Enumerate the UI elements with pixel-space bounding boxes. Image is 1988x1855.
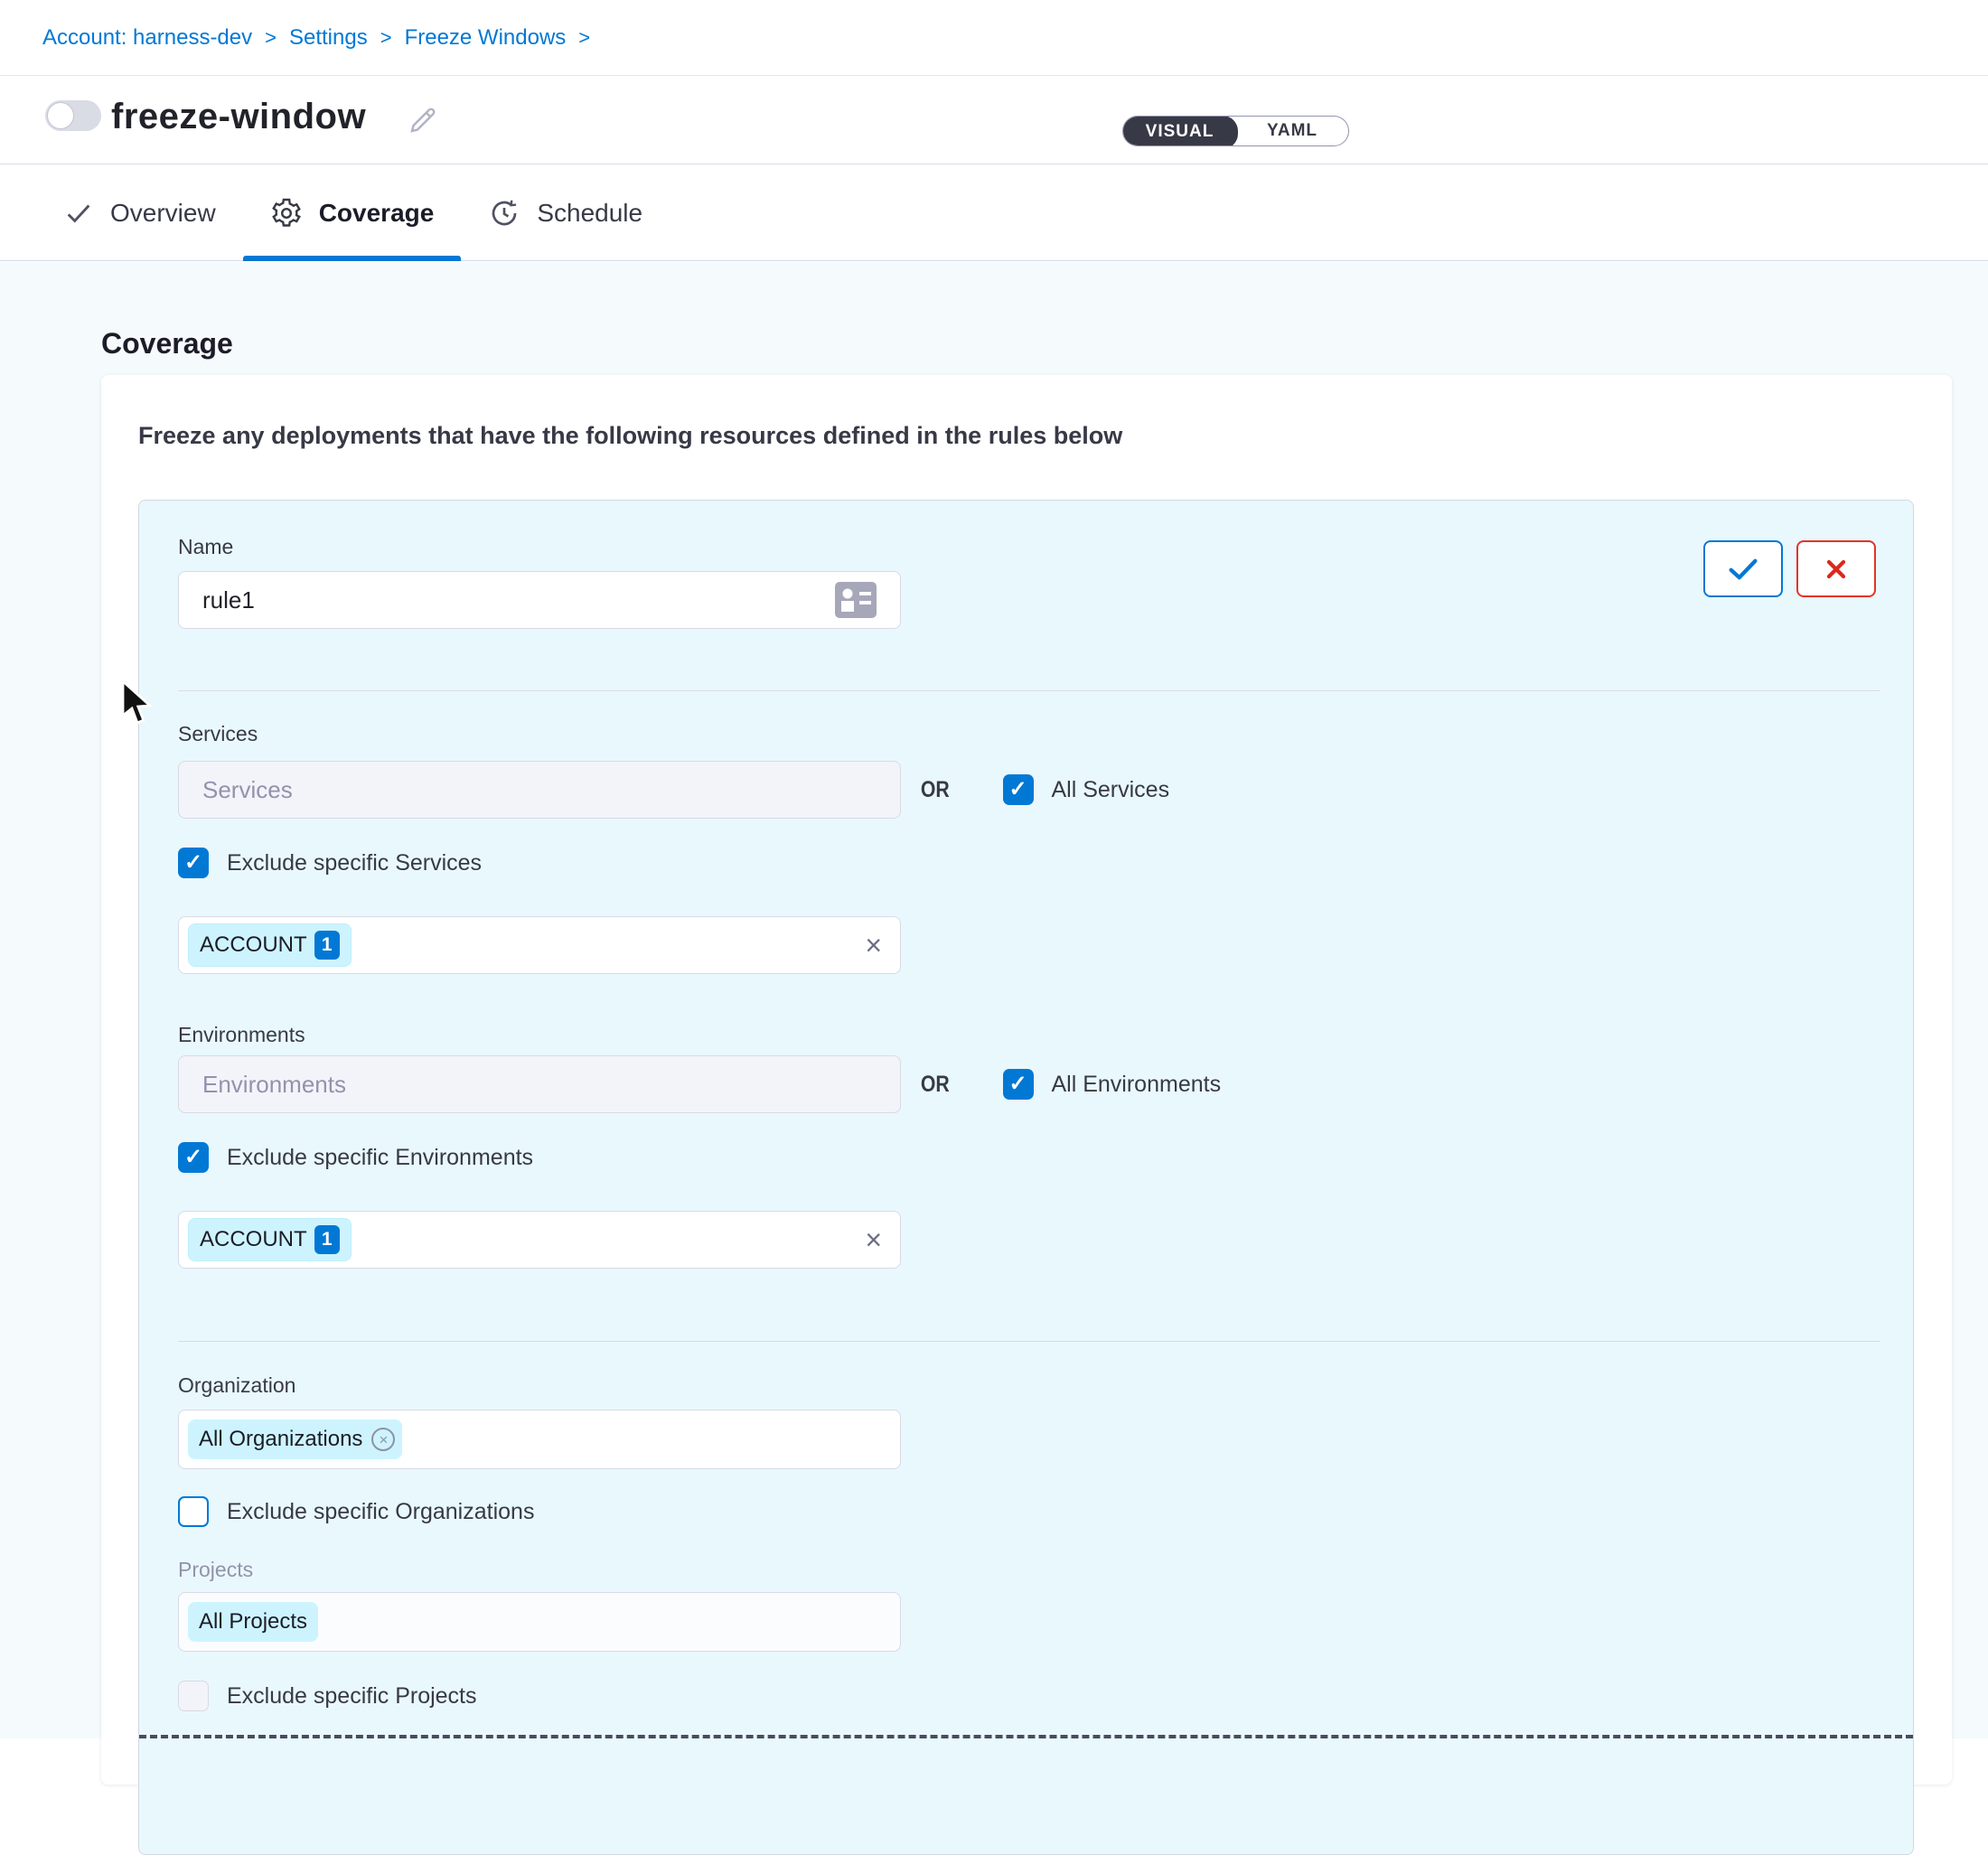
freeze-enable-toggle[interactable] xyxy=(45,100,101,131)
exclude-services-checkbox[interactable]: ✓ xyxy=(178,848,209,878)
projects-input[interactable]: All Projects xyxy=(178,1592,901,1652)
cancel-x-icon xyxy=(1822,555,1851,584)
name-label: Name xyxy=(178,535,233,559)
freeze-window-title: freeze-window xyxy=(111,97,366,137)
tab-overview-label: Overview xyxy=(110,199,216,228)
clear-services-icon[interactable]: × xyxy=(865,931,882,960)
environments-label: Environments xyxy=(178,1023,305,1047)
remove-organizations-icon[interactable]: × xyxy=(371,1428,395,1451)
coverage-tab-panel: Coverage Freeze any deployments that hav… xyxy=(0,262,1988,1738)
organization-label: Organization xyxy=(178,1373,295,1398)
check-icon xyxy=(63,198,94,229)
yaml-toggle-button[interactable]: YAML xyxy=(1236,117,1348,145)
rule-name-input[interactable]: rule1 xyxy=(178,571,901,629)
divider xyxy=(178,690,1880,691)
exclude-projects-label: Exclude specific Projects xyxy=(227,1683,477,1710)
breadcrumb-freeze-windows-link[interactable]: Freeze Windows xyxy=(405,25,567,51)
rule-name-value: rule1 xyxy=(202,586,255,614)
delete-rule-button[interactable] xyxy=(1796,540,1876,597)
environments-or-label: OR xyxy=(921,1072,950,1098)
tag-count-badge: 1 xyxy=(314,1225,340,1254)
confirm-rule-button[interactable] xyxy=(1703,540,1783,597)
exclude-projects-checkbox[interactable] xyxy=(178,1681,209,1711)
breadcrumb-account-link[interactable]: Account: harness-dev xyxy=(42,25,252,51)
mouse-cursor xyxy=(119,679,155,731)
toggle-knob xyxy=(47,102,74,129)
services-label: Services xyxy=(178,722,258,746)
all-organizations-label: All Organizations xyxy=(199,1427,362,1452)
all-services-label: All Services xyxy=(1052,777,1170,803)
breadcrumb-separator: > xyxy=(265,26,277,50)
tag-scope-label: ACCOUNT xyxy=(200,1227,307,1252)
exclude-organizations-label: Exclude specific Organizations xyxy=(227,1499,534,1525)
organization-input[interactable]: All Organizations × xyxy=(178,1410,901,1469)
next-element-dashed-edge xyxy=(139,1735,1913,1738)
services-input[interactable] xyxy=(178,761,901,819)
tag-count-badge: 1 xyxy=(314,931,340,960)
checkmark-icon: ✓ xyxy=(184,1147,202,1168)
breadcrumb-settings-link[interactable]: Settings xyxy=(289,25,368,51)
excluded-services-tag[interactable]: ACCOUNT 1 xyxy=(188,923,352,967)
all-environments-label: All Environments xyxy=(1052,1072,1222,1098)
checkmark-icon: ✓ xyxy=(1008,779,1027,801)
all-projects-tag: All Projects xyxy=(188,1602,318,1642)
excluded-environments-tag[interactable]: ACCOUNT 1 xyxy=(188,1218,352,1261)
breadcrumb-separator: > xyxy=(578,26,590,50)
checkmark-icon: ✓ xyxy=(1008,1073,1027,1095)
checkmark-icon: ✓ xyxy=(184,852,202,874)
tag-scope-label: ACCOUNT xyxy=(200,932,307,958)
tab-bar: Overview Coverage Schedule xyxy=(0,165,1988,261)
tab-coverage-label: Coverage xyxy=(319,199,435,228)
visual-yaml-toggle: VISUAL YAML xyxy=(1122,116,1349,146)
freeze-rule-panel: Name rule1 Services OR xyxy=(138,500,1914,1855)
environments-input[interactable] xyxy=(178,1055,901,1113)
coverage-card: Freeze any deployments that have the fol… xyxy=(101,375,1952,1785)
all-environments-checkbox[interactable]: ✓ xyxy=(1003,1069,1034,1100)
edit-title-icon[interactable] xyxy=(407,104,439,141)
services-or-label: OR xyxy=(921,777,950,803)
clear-environments-icon[interactable]: × xyxy=(865,1225,882,1254)
tab-schedule-label: Schedule xyxy=(537,199,642,228)
exclude-environments-checkbox[interactable]: ✓ xyxy=(178,1142,209,1173)
tab-schedule[interactable]: Schedule xyxy=(461,165,670,260)
exclude-organizations-checkbox[interactable] xyxy=(178,1496,209,1527)
coverage-intro-text: Freeze any deployments that have the fol… xyxy=(138,422,1122,450)
breadcrumb: Account: harness-dev > Settings > Freeze… xyxy=(0,0,1988,76)
exclude-environments-label: Exclude specific Environments xyxy=(227,1145,533,1171)
exclude-services-label: Exclude specific Services xyxy=(227,850,482,876)
title-bar: freeze-window xyxy=(0,77,1988,164)
visual-toggle-button[interactable]: VISUAL xyxy=(1122,116,1238,146)
schedule-icon xyxy=(488,197,520,230)
gear-icon xyxy=(270,197,303,230)
id-card-icon xyxy=(835,582,877,618)
breadcrumb-separator: > xyxy=(380,26,392,50)
coverage-heading: Coverage xyxy=(101,327,233,361)
tab-coverage[interactable]: Coverage xyxy=(243,165,462,260)
all-organizations-tag: All Organizations × xyxy=(188,1419,402,1459)
divider xyxy=(178,1341,1880,1342)
all-services-checkbox[interactable]: ✓ xyxy=(1003,774,1034,805)
projects-label: Projects xyxy=(178,1558,253,1582)
excluded-services-input[interactable]: ACCOUNT 1 × xyxy=(178,916,901,974)
confirm-check-icon xyxy=(1725,554,1761,585)
excluded-environments-input[interactable]: ACCOUNT 1 × xyxy=(178,1211,901,1269)
tab-overview[interactable]: Overview xyxy=(63,165,243,260)
all-projects-label: All Projects xyxy=(199,1609,307,1635)
